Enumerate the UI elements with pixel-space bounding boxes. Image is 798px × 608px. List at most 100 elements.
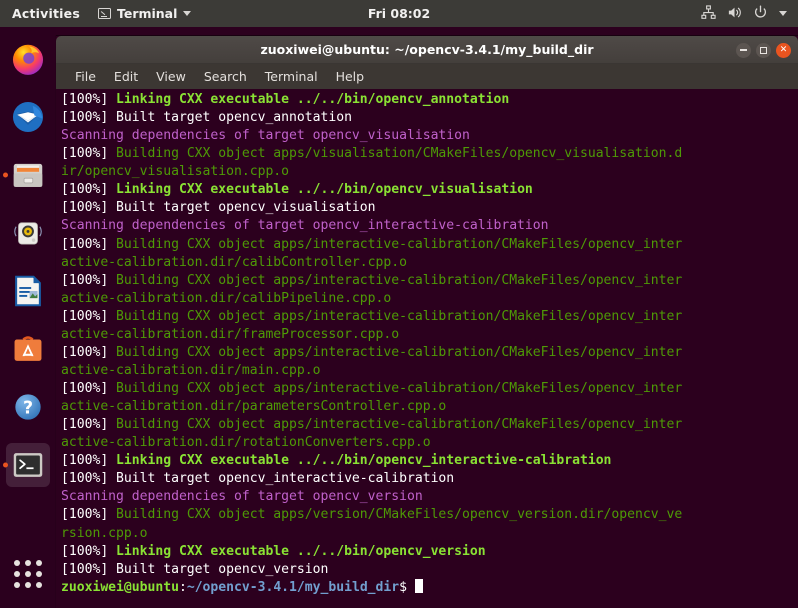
menu-item-search[interactable]: Search: [195, 67, 256, 86]
grid-dot: [25, 560, 31, 566]
terminal-line: [100%] Building CXX object apps/interact…: [61, 236, 798, 254]
terminal-span: Building CXX object apps/interactive-cal…: [116, 417, 683, 433]
prompt-separator: :: [178, 579, 187, 595]
terminal-line: [100%] Building CXX object apps/interact…: [61, 308, 798, 326]
terminal-line: [100%] Building CXX object apps/interact…: [61, 416, 798, 434]
show-applications-button[interactable]: [6, 552, 50, 596]
terminal-span: [100%]: [61, 507, 117, 523]
terminal-span: active-calibration.dir/calibController.c…: [61, 254, 407, 270]
terminal-span: Linking CXX executable ../../bin/opencv_…: [116, 182, 533, 198]
app-menu-label: Terminal: [116, 6, 178, 21]
terminal-span: active-calibration.dir/calibPipeline.cpp…: [61, 290, 392, 306]
terminal-span: [100%]: [61, 236, 117, 252]
terminal-span: active-calibration.dir/rotationConverter…: [61, 435, 431, 451]
terminal-span: Building CXX object apps/visualisation/C…: [116, 146, 683, 162]
window-titlebar[interactable]: zuoxiwei@ubuntu: ~/opencv-3.4.1/my_build…: [56, 36, 798, 64]
dock-item-firefox[interactable]: [6, 37, 50, 81]
running-indicator: [3, 462, 8, 468]
terminal-line: [100%] Linking CXX executable ../../bin/…: [61, 452, 798, 470]
terminal-span: [100%] Built target opencv_annotation: [61, 110, 352, 126]
terminal-span: [100%]: [61, 308, 117, 324]
dock-item-rhythmbox[interactable]: [6, 211, 50, 255]
terminal-line: [100%] Linking CXX executable ../../bin/…: [61, 181, 798, 199]
dock-item-thunderbird[interactable]: [6, 95, 50, 139]
terminal-span: Building CXX object apps/interactive-cal…: [116, 308, 683, 324]
terminal-span: [100%]: [61, 272, 117, 288]
terminal-line: [100%] Building CXX object apps/interact…: [61, 272, 798, 290]
terminal-span: Building CXX object apps/interactive-cal…: [116, 272, 683, 288]
terminal-span: [100%] Built target opencv_version: [61, 561, 329, 577]
gnome-top-bar: Activities Terminal Fri 08:02: [0, 0, 798, 27]
terminal-span: ir/opencv_visualisation.cpp.o: [61, 164, 290, 180]
menu-bar: File Edit View Search Terminal Help: [56, 64, 798, 89]
dock-item-files[interactable]: [3, 153, 50, 197]
prompt-path: ~/opencv-3.4.1/my_build_dir: [186, 579, 400, 595]
terminal-span: Scanning dependencies of target opencv_v…: [61, 489, 423, 505]
terminal-span: active-calibration.dir/parametersControl…: [61, 399, 447, 415]
terminal-line: [100%] Linking CXX executable ../../bin/…: [61, 543, 798, 561]
terminal-span: [100%]: [61, 344, 117, 360]
terminal-line: Scanning dependencies of target opencv_v…: [61, 127, 798, 145]
terminal-line: ir/opencv_visualisation.cpp.o: [61, 163, 798, 181]
system-tray[interactable]: [701, 4, 798, 23]
terminal-text: [100%] Linking CXX executable ../../bin/…: [61, 91, 798, 597]
terminal-line: rsion.cpp.o: [61, 525, 798, 543]
terminal-line: [100%] Built target opencv_interactive-c…: [61, 470, 798, 488]
terminal-span: [100%]: [61, 92, 117, 107]
menu-item-file[interactable]: File: [66, 67, 105, 86]
terminal-span: Building CXX object apps/version/CMakeFi…: [116, 507, 683, 523]
grid-dot: [14, 582, 20, 588]
terminal-icon: [97, 8, 111, 19]
menu-item-help[interactable]: Help: [327, 67, 374, 86]
terminal-span: [100%]: [61, 417, 117, 433]
terminal-line: [100%] Built target opencv_annotation: [61, 109, 798, 127]
terminal-span: Building CXX object apps/interactive-cal…: [116, 236, 683, 252]
terminal-span: active-calibration.dir/main.cpp.o: [61, 362, 321, 378]
volume-icon[interactable]: [727, 5, 742, 23]
dock-item-ubuntu-software[interactable]: [6, 327, 50, 371]
svg-text:?: ?: [23, 398, 33, 418]
window-controls: ✕: [736, 36, 791, 64]
terminal-output-area[interactable]: [100%] Linking CXX executable ../../bin/…: [56, 89, 798, 608]
window-title: zuoxiwei@ubuntu: ~/opencv-3.4.1/my_build…: [260, 42, 594, 57]
terminal-span: [100%]: [61, 453, 117, 469]
dock-item-libreoffice-writer[interactable]: [6, 269, 50, 313]
terminal-window: zuoxiwei@ubuntu: ~/opencv-3.4.1/my_build…: [56, 36, 798, 608]
network-icon[interactable]: [701, 4, 716, 23]
running-indicator: [3, 172, 8, 178]
terminal-cursor: [414, 578, 423, 593]
menu-item-terminal[interactable]: Terminal: [256, 67, 327, 86]
prompt-user-host: zuoxiwei@ubuntu: [61, 579, 179, 595]
terminal-span: Scanning dependencies of target opencv_i…: [61, 218, 549, 234]
terminal-span: Scanning dependencies of target opencv_v…: [61, 128, 470, 144]
launcher-dock: ?: [0, 27, 56, 608]
terminal-line: active-calibration.dir/main.cpp.o: [61, 362, 798, 380]
menu-item-view[interactable]: View: [147, 67, 195, 86]
activities-button[interactable]: Activities: [0, 6, 90, 21]
terminal-prompt-line[interactable]: zuoxiwei@ubuntu:~/opencv-3.4.1/my_build_…: [61, 578, 798, 597]
minimize-button[interactable]: [736, 42, 751, 58]
grid-dot: [36, 571, 42, 577]
terminal-span: [100%]: [61, 146, 117, 162]
terminal-line: [100%] Built target opencv_visualisation: [61, 199, 798, 217]
chevron-down-icon[interactable]: [779, 11, 787, 16]
app-menu-terminal[interactable]: Terminal: [90, 6, 199, 21]
menu-item-edit[interactable]: Edit: [105, 67, 147, 86]
terminal-span: [100%]: [61, 182, 117, 198]
terminal-span: [100%] Built target opencv_visualisation: [61, 200, 376, 216]
dock-item-help[interactable]: ?: [6, 385, 50, 429]
terminal-line: active-calibration.dir/parametersControl…: [61, 398, 798, 416]
terminal-line: [100%] Linking CXX executable ../../bin/…: [61, 91, 798, 109]
close-button[interactable]: ✕: [776, 42, 791, 58]
grid-dot: [25, 571, 31, 577]
terminal-span: Building CXX object apps/interactive-cal…: [116, 381, 683, 396]
desktop-screen: Activities Terminal Fri 08:02 ? zuoxiwei…: [0, 0, 798, 608]
power-icon[interactable]: [753, 4, 768, 23]
terminal-line: [100%] Building CXX object apps/version/…: [61, 506, 798, 524]
grid-dot: [36, 560, 42, 566]
maximize-button[interactable]: [756, 42, 771, 58]
chevron-down-icon: [183, 11, 192, 16]
grid-dot: [14, 560, 20, 566]
terminal-line: active-calibration.dir/rotationConverter…: [61, 434, 798, 452]
dock-item-terminal[interactable]: [3, 443, 50, 487]
